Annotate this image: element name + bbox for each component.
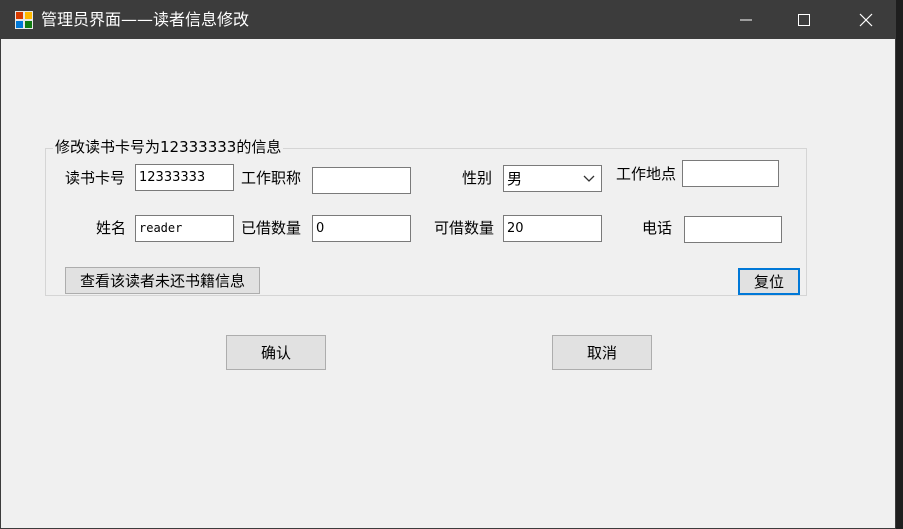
chevron-down-icon (583, 175, 595, 182)
maximize-button[interactable] (781, 1, 827, 39)
title-bar[interactable]: 管理员界面——读者信息修改 (1, 1, 895, 39)
gender-select-value: 男 (507, 170, 523, 188)
client-area: 修改读书卡号为12333333的信息 读书卡号 12333333 工作职称 性别… (1, 39, 895, 528)
confirm-button[interactable]: 确认 (226, 335, 326, 370)
name-field[interactable]: reader (135, 215, 234, 242)
close-button[interactable] (843, 1, 889, 39)
phone-field[interactable] (684, 216, 782, 243)
workplace-field[interactable] (682, 160, 779, 187)
groupbox-title: 修改读书卡号为12333333的信息 (53, 138, 284, 156)
maximize-icon (798, 14, 810, 26)
view-unreturned-books-button[interactable]: 查看该读者未还书籍信息 (65, 267, 260, 294)
gender-label: 性别 (462, 169, 493, 187)
gender-select[interactable]: 男 (503, 165, 602, 192)
name-label: 姓名 (96, 219, 127, 237)
job-title-field[interactable] (312, 167, 411, 194)
can-borrow-field[interactable]: 20 (503, 215, 602, 242)
card-no-field[interactable]: 12333333 (135, 164, 234, 191)
cancel-button[interactable]: 取消 (552, 335, 652, 370)
close-icon (859, 13, 873, 27)
card-no-label: 读书卡号 (65, 169, 126, 187)
app-icon (15, 11, 33, 29)
borrowed-count-label: 已借数量 (241, 219, 302, 237)
can-borrow-label: 可借数量 (434, 219, 495, 237)
reset-button[interactable]: 复位 (738, 268, 800, 295)
borrowed-count-field[interactable]: 0 (312, 215, 411, 242)
minimize-icon (740, 19, 752, 21)
phone-label: 电话 (642, 219, 673, 237)
reader-edit-window: 管理员界面——读者信息修改 修改读书卡号为12333333的信息 读书卡号 12… (0, 0, 896, 529)
window-title: 管理员界面——读者信息修改 (41, 10, 250, 29)
job-title-label: 工作职称 (241, 169, 302, 187)
workplace-label: 工作地点 (616, 165, 677, 183)
minimize-button[interactable] (723, 1, 769, 39)
